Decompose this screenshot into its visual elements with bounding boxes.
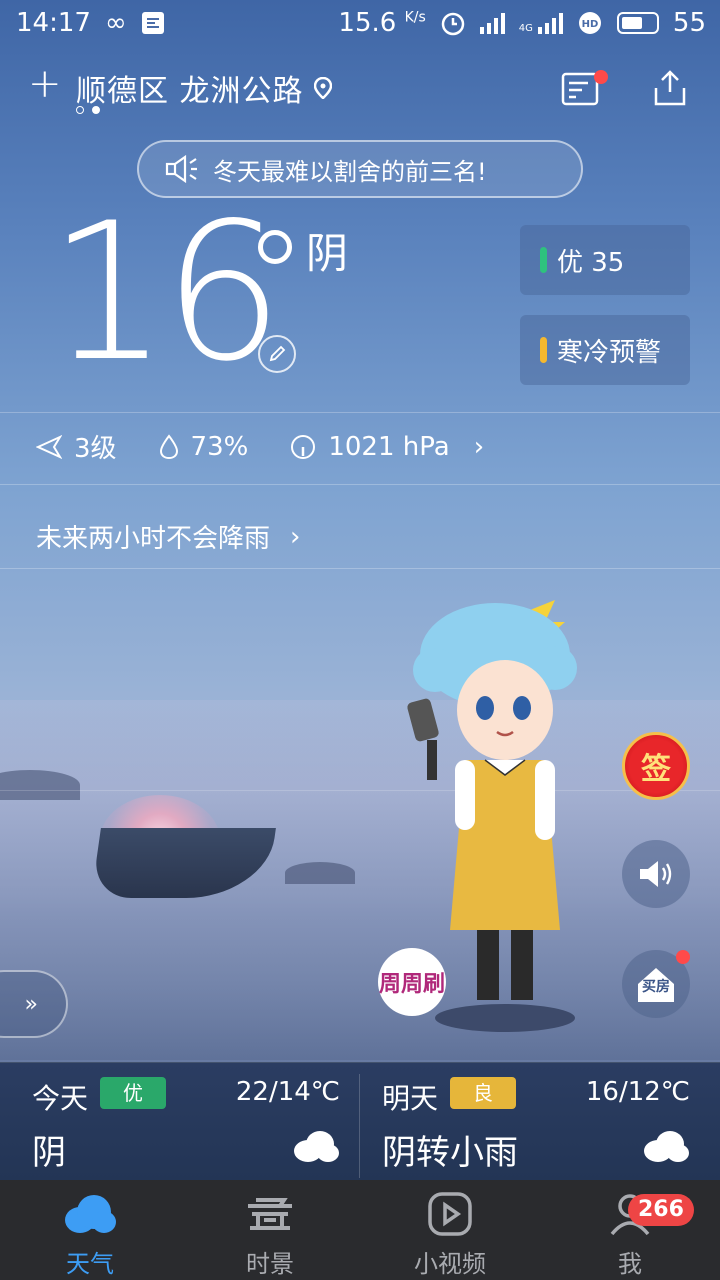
weather-metrics[interactable]: 3级 73% 1021 hPa › xyxy=(36,428,484,465)
humidity-icon xyxy=(159,433,178,459)
chevron-right-icon: › xyxy=(290,521,301,552)
cloud-icon xyxy=(644,1131,689,1162)
header: + 顺德区 龙洲公路 xyxy=(0,60,720,120)
warning-label: 寒冷预警 xyxy=(557,337,662,368)
hd-icon: HD xyxy=(578,12,601,34)
page-indicator xyxy=(76,106,100,114)
cloud-icon xyxy=(294,1131,339,1162)
news-badge-dot xyxy=(594,70,608,84)
battery-icon xyxy=(616,12,659,34)
wind-direction-icon xyxy=(36,434,62,459)
forecast-tomorrow[interactable]: 明天 良 16/12℃ 阴转小雨 xyxy=(360,1063,720,1181)
house-button[interactable]: 买房 xyxy=(622,950,690,1018)
news-button[interactable] xyxy=(560,68,608,108)
daily-forecast: 今天 优 22/14℃ 阴 明天 良 16/12℃ 阴转小雨 xyxy=(0,1062,720,1180)
house-label: 买房 xyxy=(642,979,670,995)
battery-level: 55 xyxy=(672,8,706,38)
pencil-icon xyxy=(269,345,286,362)
rain-forecast[interactable]: 未来两小时不会降雨 › xyxy=(36,518,300,555)
forecast-weather: 阴转小雨 xyxy=(382,1133,518,1173)
divider xyxy=(0,412,720,413)
pressure-icon xyxy=(291,434,316,459)
pressure-value: 1021 hPa xyxy=(328,431,450,462)
forecast-day: 明天 xyxy=(382,1082,439,1115)
landmark-icon xyxy=(248,1198,292,1230)
svg-text:HD: HD xyxy=(582,19,599,30)
bottom-nav: 天气 时景 小视频 我 xyxy=(0,1180,720,1280)
air-quality-card[interactable]: 优 35 xyxy=(520,225,690,295)
signal-4g-icon: 4G xyxy=(519,12,563,34)
notification-icon xyxy=(141,12,164,34)
plus-icon[interactable]: + xyxy=(28,64,62,104)
nav-weather[interactable]: 天气 xyxy=(0,1180,180,1280)
nav-weather-label: 天气 xyxy=(66,1250,114,1278)
net-speed: 15.6 K/s xyxy=(338,8,426,38)
forecast-day: 今天 xyxy=(32,1082,89,1115)
forecast-temp-range: 22/14℃ xyxy=(235,1077,340,1107)
forecast-today[interactable]: 今天 优 22/14℃ 阴 xyxy=(0,1063,360,1181)
forecast-temp-range: 16/12℃ xyxy=(585,1077,690,1107)
weather-cloud-icon xyxy=(65,1195,116,1233)
distant-rock xyxy=(285,862,355,884)
location-pin-icon xyxy=(313,76,333,100)
forecast-weather: 阴 xyxy=(32,1133,66,1173)
volume-icon xyxy=(640,861,672,887)
warning-card[interactable]: 寒冷预警 xyxy=(520,315,690,385)
current-condition: 阴 xyxy=(306,229,349,278)
zhouzhou-button[interactable]: 周周刷 xyxy=(378,948,446,1016)
status-bar: 14:17 ∞ 15.6 K/s 4G HD 55 xyxy=(0,0,720,48)
location-title[interactable]: 顺德区 龙洲公路 xyxy=(76,66,333,110)
play-icon xyxy=(428,1192,472,1236)
forecast-separator xyxy=(359,1074,360,1178)
degree-symbol xyxy=(258,230,292,264)
nav-scenery[interactable]: 时景 xyxy=(180,1180,360,1280)
divider xyxy=(0,568,720,569)
house-badge-dot xyxy=(676,950,690,964)
warning-indicator xyxy=(540,337,547,363)
aqi-label: 优 35 xyxy=(557,247,625,278)
rain-forecast-text: 未来两小时不会降雨 xyxy=(36,524,271,554)
double-chevron-icon: » xyxy=(24,991,38,1017)
expand-button[interactable]: » xyxy=(0,970,68,1038)
chevron-right-icon: › xyxy=(473,431,485,462)
status-time: 14:17 xyxy=(16,8,91,38)
infinity-icon: ∞ xyxy=(104,8,127,38)
horizon xyxy=(0,790,720,791)
voice-broadcast-button[interactable] xyxy=(622,840,690,908)
divider xyxy=(0,484,720,485)
notification-count-badge: 266 xyxy=(628,1194,694,1226)
nav-me[interactable]: 我 xyxy=(540,1180,720,1280)
edit-button[interactable] xyxy=(258,335,296,373)
nav-video[interactable]: 小视频 xyxy=(360,1180,540,1280)
alarm-icon xyxy=(441,12,465,36)
nav-me-label: 我 xyxy=(618,1250,642,1278)
humidity-value: 73% xyxy=(190,431,249,462)
zhouzhou-label: 周周刷 xyxy=(378,972,445,997)
nav-video-label: 小视频 xyxy=(414,1250,486,1278)
distant-island xyxy=(0,770,80,800)
signal-icon xyxy=(479,12,505,34)
forecast-aqi-badge: 优 xyxy=(100,1077,166,1109)
forecast-aqi-badge: 良 xyxy=(450,1077,516,1109)
sign-in-label: 签 xyxy=(641,752,671,787)
aqi-indicator xyxy=(540,247,547,273)
share-icon xyxy=(654,70,686,106)
speaker-icon xyxy=(165,155,197,183)
current-temperature: 16 xyxy=(48,182,284,403)
share-button[interactable] xyxy=(650,68,690,108)
nav-scenery-label: 时景 xyxy=(246,1250,294,1278)
sign-in-button[interactable]: 签 xyxy=(622,732,690,800)
wind-level: 3级 xyxy=(74,434,117,464)
